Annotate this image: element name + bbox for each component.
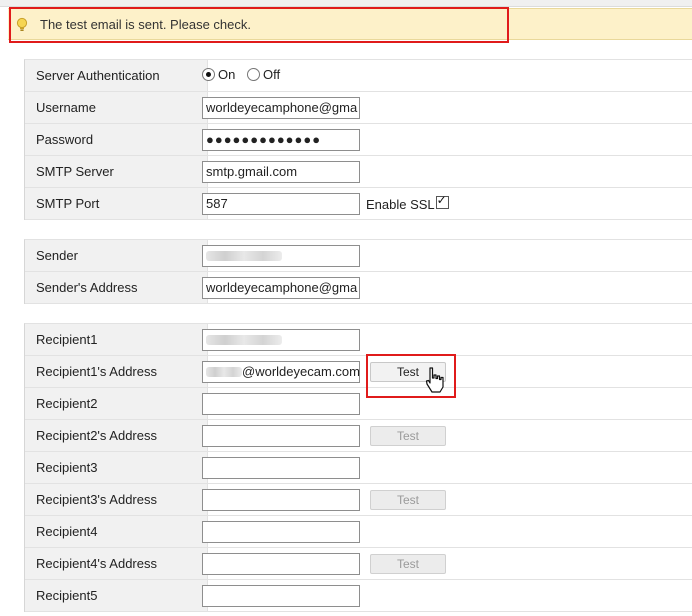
recipient1-row: Recipient1 — [25, 324, 692, 356]
recipient3-address-label: Recipient3's Address — [25, 484, 208, 515]
auth-on-radio[interactable] — [202, 68, 215, 81]
hand-cursor-icon — [425, 367, 444, 393]
recipient3-input[interactable] — [202, 457, 360, 479]
recipient1-address-input[interactable]: @worldeyecam.com — [202, 361, 360, 383]
blurred-sender-name — [206, 251, 282, 261]
recipient4-label: Recipient4 — [25, 516, 208, 547]
smtp-server-label: SMTP Server — [25, 156, 208, 187]
recipient2-address-input[interactable] — [202, 425, 360, 447]
recipient3-label: Recipient3 — [25, 452, 208, 483]
auth-off-radio[interactable] — [246, 68, 260, 81]
recipient1-address-label: Recipient1's Address — [25, 356, 208, 387]
smtp-server-row: SMTP Server smtp.gmail.com — [25, 156, 692, 188]
sender-address-input[interactable]: worldeyecamphone@gma — [202, 277, 360, 299]
username-label: Username — [25, 92, 208, 123]
password-input[interactable]: ●●●●●●●●●●●●● — [202, 129, 360, 151]
enable-ssl-checkbox[interactable] — [435, 193, 449, 209]
notice-banner: The test email is sent. Please check. — [8, 8, 692, 40]
auth-on-label[interactable]: On — [218, 67, 235, 82]
sender-address-row: Sender's Address worldeyecamphone@gma — [25, 272, 692, 304]
sender-row: Sender — [25, 240, 692, 272]
auth-panel: Server Authentication On Off Username wo… — [24, 59, 692, 220]
smtp-port-row: SMTP Port 587 Enable SSL — [25, 188, 692, 220]
smtp-port-input[interactable]: 587 — [202, 193, 360, 215]
recipient3-row: Recipient3 — [25, 452, 692, 484]
recipient4-address-row: Recipient4's Address Test — [25, 548, 692, 580]
blurred-address-prefix — [206, 367, 242, 377]
server-auth-label: Server Authentication — [25, 60, 208, 91]
notice-message: The test email is sent. Please check. — [40, 17, 251, 32]
sender-label: Sender — [25, 240, 208, 271]
recipient2-label: Recipient2 — [25, 388, 208, 419]
password-label: Password — [25, 124, 208, 155]
lightbulb-icon — [16, 17, 28, 31]
smtp-port-label: SMTP Port — [25, 188, 208, 219]
username-row: Username worldeyecamphone@gma — [25, 92, 692, 124]
server-auth-radios: On Off — [202, 67, 288, 82]
sender-address-label: Sender's Address — [25, 272, 208, 303]
enable-ssl[interactable]: Enable SSL — [366, 193, 449, 212]
sender-input[interactable] — [202, 245, 360, 267]
recipient1-label: Recipient1 — [25, 324, 208, 355]
enable-ssl-label: Enable SSL — [366, 197, 435, 212]
recipient1-address-text: @worldeyecam.com — [242, 364, 360, 379]
recipient1-address-row: Recipient1's Address @worldeyecam.com Te… — [25, 356, 692, 388]
recipient3-address-input[interactable] — [202, 489, 360, 511]
recipient2-input[interactable] — [202, 393, 360, 415]
recipient3-address-row: Recipient3's Address Test — [25, 484, 692, 516]
recipient4-input[interactable] — [202, 521, 360, 543]
recipient4-row: Recipient4 — [25, 516, 692, 548]
sender-panel: Sender Sender's Address worldeyecamphone… — [24, 239, 692, 304]
recipient1-input[interactable] — [202, 329, 360, 351]
username-input[interactable]: worldeyecamphone@gma — [202, 97, 360, 119]
password-row: Password ●●●●●●●●●●●●● — [25, 124, 692, 156]
smtp-server-input[interactable]: smtp.gmail.com — [202, 161, 360, 183]
recipient4-address-input[interactable] — [202, 553, 360, 575]
recipient2-test-button[interactable]: Test — [370, 426, 446, 446]
recipient5-row: Recipient5 — [25, 580, 692, 612]
recipient3-test-button[interactable]: Test — [370, 490, 446, 510]
recipients-panel: Recipient1 Recipient1's Address @worldey… — [24, 323, 692, 612]
server-auth-row: Server Authentication On Off — [25, 60, 692, 92]
blurred-recipient-name — [206, 335, 282, 345]
recipient4-address-label: Recipient4's Address — [25, 548, 208, 579]
recipient2-address-label: Recipient2's Address — [25, 420, 208, 451]
auth-off-label[interactable]: Off — [263, 67, 280, 82]
recipient5-input[interactable] — [202, 585, 360, 607]
top-bar — [0, 0, 692, 7]
recipient2-row: Recipient2 — [25, 388, 692, 420]
recipient2-address-row: Recipient2's Address Test — [25, 420, 692, 452]
recipient5-label: Recipient5 — [25, 580, 208, 611]
recipient4-test-button[interactable]: Test — [370, 554, 446, 574]
